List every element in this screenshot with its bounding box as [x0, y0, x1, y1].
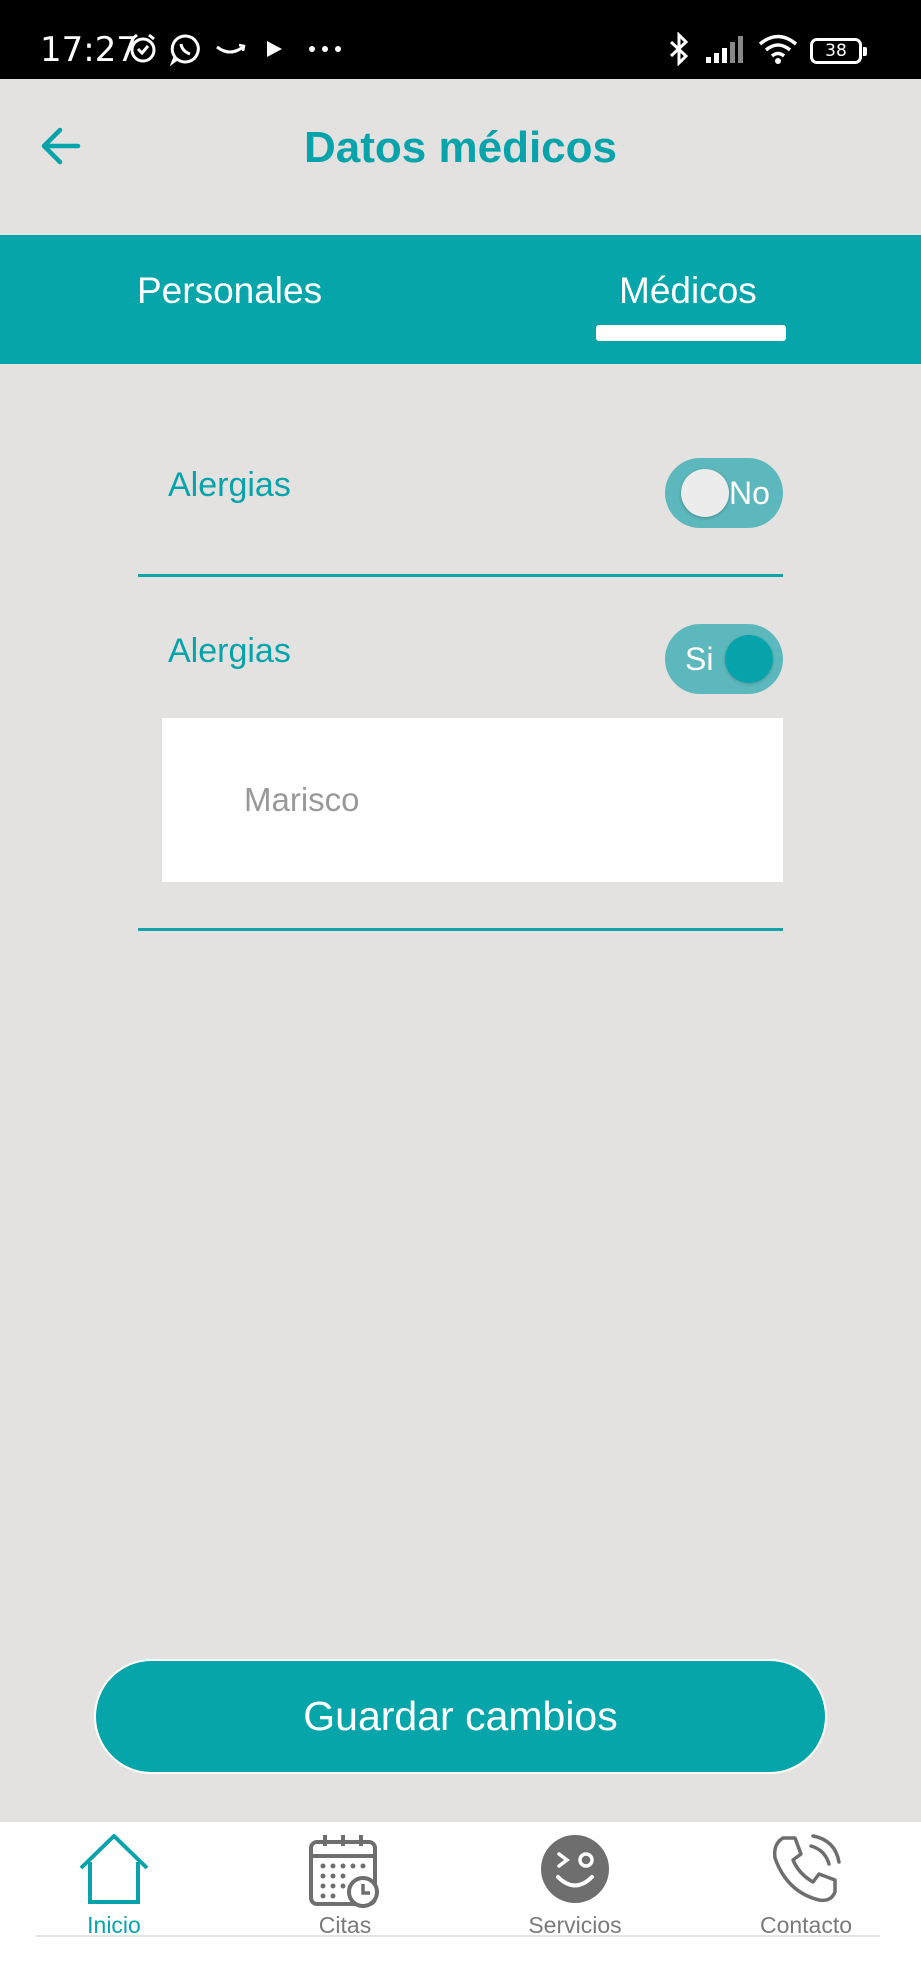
allergies-label: Alergias: [168, 632, 291, 670]
toggle-text: Si: [685, 641, 714, 677]
calendar-icon: [309, 1835, 379, 1908]
smiley-icon: [541, 1835, 609, 1903]
allergy-detail-input[interactable]: [162, 718, 783, 882]
signal-icon: [706, 36, 743, 63]
allergies-label: Alergias: [168, 466, 291, 504]
home-icon: [79, 1834, 149, 1904]
nav-item-contacto[interactable]: Contacto: [706, 1822, 906, 1961]
whatsapp-icon: [169, 34, 200, 66]
alarm-icon: [130, 33, 156, 63]
allergies-toggle-on[interactable]: Si: [665, 624, 783, 694]
play-icon: [267, 41, 282, 57]
save-changes-button[interactable]: Guardar cambios: [94, 1659, 827, 1774]
bottom-nav: Inicio Citas Servicios Contacto: [0, 1822, 921, 1961]
wifi-icon: [758, 34, 798, 64]
toggle-knob: [681, 469, 729, 517]
allergies-toggle-off[interactable]: No: [665, 458, 783, 528]
toggle-knob: [725, 635, 773, 683]
bluetooth-icon: [669, 32, 689, 66]
screen: 17:27 38 Datos médicos Personales Médico…: [0, 0, 921, 1961]
nav-bottom-rule: [36, 1935, 880, 1937]
phone-icon: [772, 1834, 841, 1903]
page-title: Datos médicos: [304, 123, 617, 172]
toggle-text: No: [729, 475, 770, 511]
tab-medicos[interactable]: Médicos: [619, 267, 757, 315]
nav-item-citas[interactable]: Citas: [245, 1822, 445, 1961]
battery-icon: 38: [810, 38, 867, 64]
nav-item-servicios[interactable]: Servicios: [475, 1822, 675, 1961]
tab-bar: Personales Médicos: [0, 235, 921, 364]
more-dots-icon: [309, 46, 341, 52]
tab-personales[interactable]: Personales: [137, 267, 322, 315]
divider: [138, 574, 783, 577]
divider: [138, 928, 783, 931]
nav-item-inicio[interactable]: Inicio: [14, 1822, 214, 1961]
amazon-icon: [216, 43, 246, 54]
status-time: 17:27: [40, 30, 138, 70]
active-tab-indicator: [596, 325, 786, 341]
status-bar: 17:27 38: [0, 0, 921, 79]
